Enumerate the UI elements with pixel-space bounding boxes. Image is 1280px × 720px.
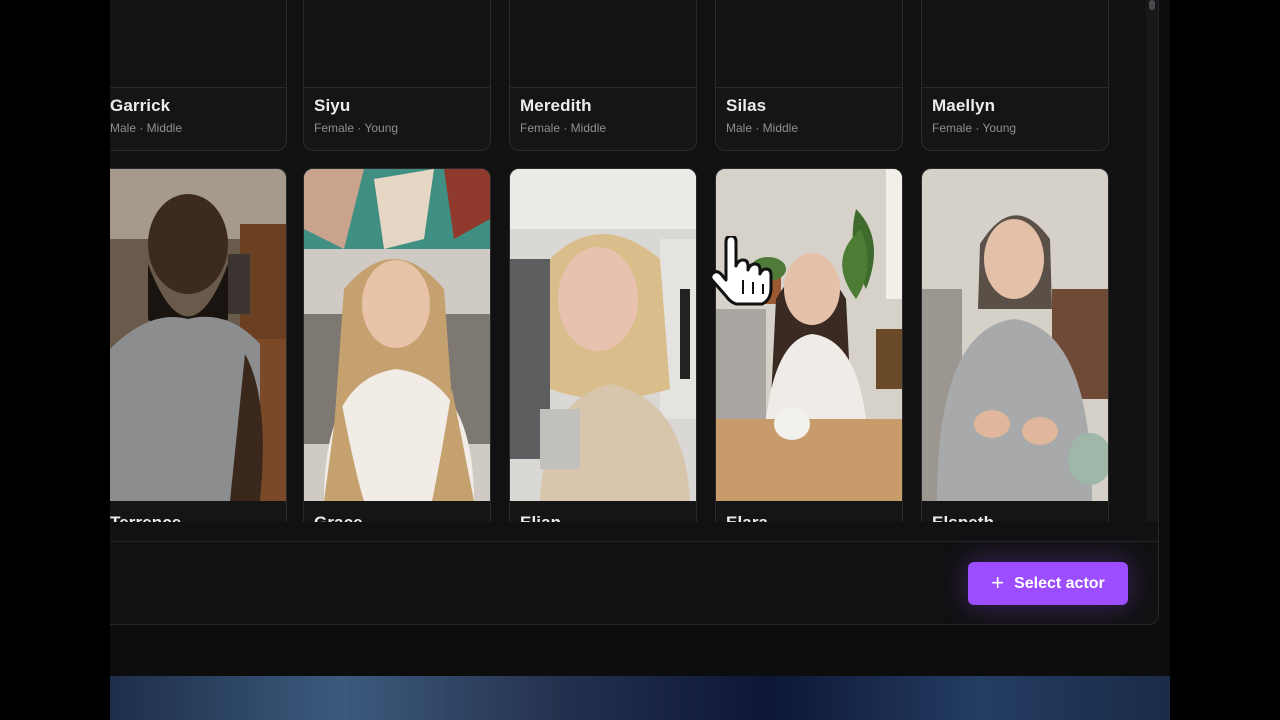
actor-picker-panel: Garrick Male · Middle Siyu Female · Youn… xyxy=(110,0,1159,625)
actor-meta: Female · Middle xyxy=(520,121,607,135)
actor-thumbnail xyxy=(510,0,696,88)
actor-photo-image xyxy=(304,169,490,501)
actor-name: Maellyn xyxy=(932,96,996,115)
actor-photo-image xyxy=(510,169,696,501)
actor-meta: Female · Young xyxy=(314,121,399,135)
actor-grid: Garrick Male · Middle Siyu Female · Youn… xyxy=(110,0,1146,522)
actor-photo xyxy=(922,169,1108,501)
actor-thumbnail xyxy=(110,0,286,88)
background-video-strip xyxy=(110,676,1170,720)
hand-pointer-cursor-icon xyxy=(709,236,773,306)
actor-card-silas[interactable]: Silas Male · Middle xyxy=(715,0,903,151)
actor-photo-image xyxy=(716,169,902,501)
actor-card-terrence[interactable]: Terrence xyxy=(110,168,287,522)
actor-card-grace[interactable]: Grace xyxy=(303,168,491,522)
actor-card-elian[interactable]: Elian xyxy=(509,168,697,522)
scrollbar-thumb[interactable] xyxy=(1149,0,1155,10)
actor-photo xyxy=(304,169,490,501)
actor-name: Terrence xyxy=(110,513,286,522)
app-screen: Garrick Male · Middle Siyu Female · Youn… xyxy=(110,0,1170,720)
grid-scrollbar[interactable] xyxy=(1146,0,1158,522)
actor-meta: Male · Middle xyxy=(110,121,183,135)
select-actor-button[interactable]: + Select actor xyxy=(968,562,1128,605)
actor-meta: Female · Young xyxy=(932,121,1017,135)
actor-photo-image xyxy=(110,169,286,501)
actor-name: Elian xyxy=(510,513,696,522)
actor-name: Meredith xyxy=(520,96,592,115)
actor-card-garrick[interactable]: Garrick Male · Middle xyxy=(110,0,287,151)
actor-name: Grace xyxy=(304,513,490,522)
actor-card-elara[interactable]: Elara xyxy=(715,168,903,522)
actor-card-siyu[interactable]: Siyu Female · Young xyxy=(303,0,491,151)
actor-photo xyxy=(110,169,286,501)
actor-name: Garrick xyxy=(110,96,171,115)
actor-name: Siyu xyxy=(314,96,351,115)
actor-meta: Male · Middle xyxy=(726,121,799,135)
actor-photo xyxy=(510,169,696,501)
plus-icon: + xyxy=(991,569,1005,595)
actor-card-meredith[interactable]: Meredith Female · Middle xyxy=(509,0,697,151)
actor-name: Elara xyxy=(716,513,902,522)
actor-card-maellyn[interactable]: Maellyn Female · Young xyxy=(921,0,1109,151)
actor-thumbnail xyxy=(922,0,1108,88)
actor-thumbnail xyxy=(304,0,490,88)
actor-card-elspeth[interactable]: Elspeth xyxy=(921,168,1109,522)
actor-thumbnail xyxy=(716,0,902,88)
actor-photo-image xyxy=(922,169,1108,501)
actor-name: Elspeth xyxy=(922,513,1108,522)
actor-photo xyxy=(716,169,902,501)
footer-divider xyxy=(110,541,1158,542)
actor-name: Silas xyxy=(726,96,767,115)
select-actor-label: Select actor xyxy=(1014,574,1105,592)
